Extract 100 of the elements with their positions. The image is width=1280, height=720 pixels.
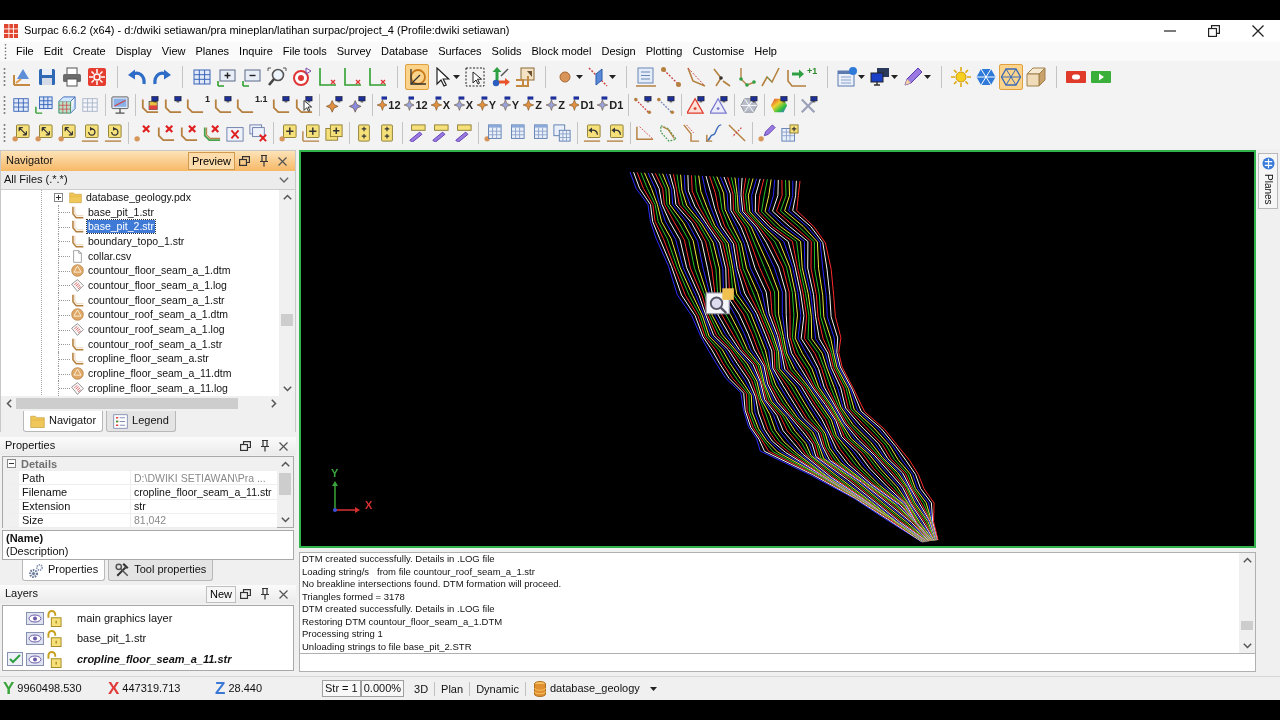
toolbar-button[interactable]: X [452,92,475,118]
vertical-scrollbar[interactable] [1239,553,1255,653]
layer-name[interactable]: base_pit_1.str [77,632,147,646]
close-icon[interactable] [279,441,288,451]
restore-icon[interactable] [240,589,251,599]
eye-icon[interactable] [26,652,44,666]
tree-item[interactable]: countour_floor_seam_a_1.str [87,293,226,307]
vertical-scrollbar[interactable] [279,190,295,396]
caret-icon[interactable] [649,686,657,691]
toolbar-button[interactable]: Y [475,92,498,118]
pin-icon[interactable] [259,155,269,167]
chevron-down-icon[interactable] [282,386,292,392]
menu-item[interactable]: File tools [277,43,332,60]
menu-item[interactable]: Design [596,43,641,60]
panel-tab[interactable]: Navigator [23,411,104,432]
padlock-icon[interactable] [47,609,62,627]
padlock-icon[interactable] [47,630,62,648]
eye-icon[interactable] [26,611,44,625]
drag-handle-icon[interactable] [4,44,7,59]
toolbar-button[interactable]: 1.1 [235,92,269,118]
menu-item[interactable]: Plotting [640,43,688,60]
pin-icon[interactable] [260,588,270,600]
tree-item[interactable]: countour_floor_seam_a_1.dtm [87,264,232,278]
scrollbar-thumb[interactable] [1241,621,1253,630]
menu-item[interactable]: Customise [687,43,750,60]
panel-tab[interactable]: Tool properties [108,560,214,581]
toolbar-button[interactable]: 12 [402,92,429,118]
toolbar-button[interactable]: Z [521,92,544,118]
tree-item[interactable]: collar.csv [87,249,133,263]
chevron-left-icon[interactable] [6,399,12,408]
toolbar-button[interactable]: Z [544,92,567,118]
tree-item[interactable]: database_geology.pdx [85,190,192,204]
tree-item[interactable]: countour_roof_seam_a_1.log [87,323,226,337]
preview-button[interactable]: Preview [187,152,235,170]
menu-item[interactable]: Solids [486,43,527,60]
chevron-right-icon[interactable] [271,399,277,408]
menu-item[interactable]: Edit [38,43,68,60]
restore-icon[interactable] [239,156,250,166]
close-icon[interactable] [278,156,287,166]
menu-item[interactable]: Planes [190,43,235,60]
layer-name[interactable]: cropline_floor_seam_a_11.str [77,652,232,666]
menu-item[interactable]: View [156,43,191,60]
menu-item[interactable]: Inquire [234,43,278,60]
scrollbar-thumb[interactable] [16,398,238,409]
toolbar-button[interactable]: 1 [185,92,211,118]
toolbar-button[interactable]: D1 [596,92,625,118]
scrollbar-thumb[interactable] [281,314,293,326]
tree-item[interactable]: base_pit_2.str [87,220,155,234]
chevron-down-icon[interactable] [279,177,289,183]
expand-box-icon[interactable] [54,192,63,202]
restore-icon[interactable] [240,441,251,451]
tree-item[interactable]: countour_roof_seam_a_1.str [87,337,224,351]
new-layer-button[interactable]: New [206,585,236,603]
eye-icon[interactable] [26,632,44,646]
toolbar-button[interactable]: D1 [567,92,596,118]
chevron-up-icon[interactable] [280,461,290,467]
panel-tab[interactable]: Properties [22,560,106,581]
toolbar-button[interactable] [60,64,84,90]
menu-item[interactable]: Block model [526,43,597,60]
polyline-delete-icon [157,124,175,142]
menu-item[interactable]: Create [67,43,111,60]
scrollbar-thumb[interactable] [279,473,291,495]
collapse-box-icon[interactable] [6,459,16,469]
tree-item[interactable]: countour_roof_seam_a_1.dtm [87,308,230,322]
drag-handle-icon[interactable] [3,96,6,114]
toolbar-button[interactable]: X [429,92,452,118]
tree-item[interactable]: cropline_floor_seam_a_11.log [87,381,229,395]
menu-item[interactable]: Display [110,43,157,60]
menu-item[interactable]: Surfaces [433,43,487,60]
toolbar-button[interactable] [463,64,487,90]
log-line: DTM created successfully. Details in .LOG file [302,603,496,616]
tree-item[interactable]: countour_floor_seam_a_1.log [87,278,228,292]
side-tab[interactable]: Planes [1258,153,1278,209]
file-filter-dropdown[interactable]: All Files (.*.*) [1,171,295,190]
drag-handle-icon[interactable] [3,68,6,86]
menu-item[interactable]: File [11,43,39,60]
toolbar-button[interactable]: +1 [784,64,820,90]
chevron-down-icon[interactable] [280,517,290,523]
command-input-field[interactable] [299,654,1256,672]
menu-item[interactable]: Help [749,43,782,60]
menu-item[interactable]: Database [376,43,434,60]
chevron-up-icon[interactable] [282,194,292,200]
menu-item[interactable]: Survey [331,43,377,60]
panel-tab[interactable]: Legend [106,411,176,432]
layer-name[interactable]: main graphics layer [77,611,173,625]
tree-item[interactable]: cropline_floor_seam_a_11.dtm [87,367,233,381]
toolbar-button[interactable]: Y [498,92,521,118]
chevron-up-icon[interactable] [1242,557,1252,563]
toolbar-button[interactable] [405,64,429,90]
padlock-icon[interactable] [47,650,62,668]
tree-item[interactable]: boundary_topo_1.str [87,234,186,248]
close-icon[interactable] [279,589,288,599]
tree-item[interactable]: base_pit_1.str [87,205,155,219]
chevron-down-icon[interactable] [1242,643,1252,649]
tree-item[interactable]: cropline_floor_seam_a.str [87,352,210,366]
vertical-scrollbar[interactable] [277,457,293,527]
pin-icon[interactable] [260,440,270,452]
toolbar-button[interactable]: 12 [375,92,402,118]
check-icon[interactable] [7,652,23,667]
drag-handle-icon[interactable] [3,124,6,142]
